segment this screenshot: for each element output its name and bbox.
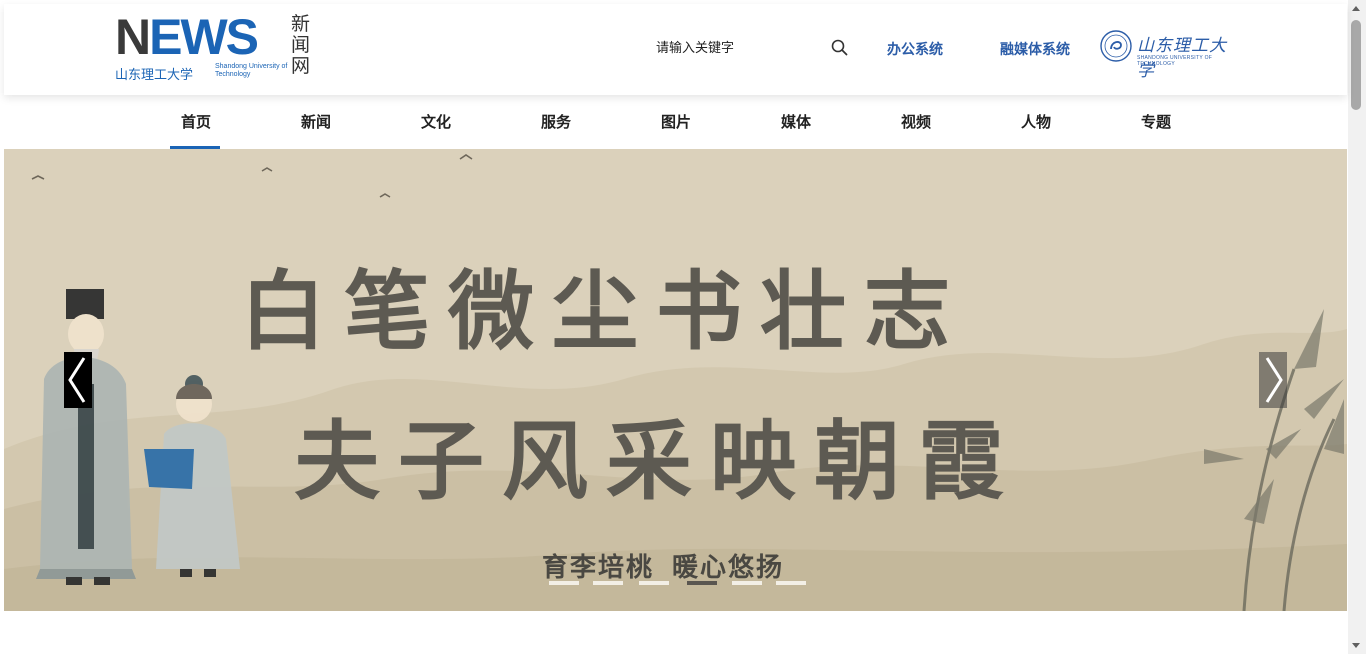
carousel-prev-button[interactable] — [64, 352, 92, 408]
banner-title-line1: 白笔微尘书壮志 — [240, 261, 968, 362]
banner-landscape — [4, 149, 1347, 611]
nav-item-video[interactable]: 视频 — [886, 95, 946, 149]
page-scrollbar[interactable] — [1348, 0, 1366, 654]
carousel-dot[interactable] — [639, 581, 669, 585]
carousel-dot-active[interactable] — [687, 581, 717, 585]
chevron-left-icon — [68, 357, 86, 403]
nav-item-topics[interactable]: 专题 — [1126, 95, 1186, 149]
scroll-up-arrow-icon[interactable] — [1352, 6, 1360, 11]
logo-university-en: Shandong University of Technology — [215, 63, 288, 78]
main-nav: 首页 新闻 文化 服务 图片 媒体 视频 人物 专题 — [4, 95, 1347, 149]
nav-item-home[interactable]: 首页 — [166, 95, 226, 149]
carousel-dot[interactable] — [732, 581, 762, 585]
office-system-link[interactable]: 办公系统 — [887, 39, 943, 59]
carousel-next-button[interactable] — [1259, 352, 1287, 408]
search-input[interactable] — [656, 34, 816, 62]
search-box — [656, 34, 852, 62]
carousel-dot[interactable] — [549, 581, 579, 585]
carousel-indicators — [549, 581, 809, 587]
logo-news-word: NEWS — [115, 9, 259, 65]
nav-item-people[interactable]: 人物 — [1006, 95, 1066, 149]
news-logo[interactable]: NEWS 新闻网 山东理工大学 Shandong University of T… — [115, 9, 315, 84]
banner-subtitle: 育李培桃 暖心悠扬 — [542, 547, 784, 584]
banner-subtitle-a: 育李培桃 — [542, 553, 655, 583]
banner-title-line2: 夫子风采映朝霞 — [294, 411, 1022, 512]
logo-university-cn: 山东理工大学 — [115, 68, 194, 83]
carousel-dot[interactable] — [776, 581, 806, 585]
scroll-down-arrow-icon[interactable] — [1352, 643, 1360, 648]
site-header: NEWS 新闻网 山东理工大学 Shandong University of T… — [4, 4, 1347, 95]
nav-item-media[interactable]: 媒体 — [766, 95, 826, 149]
search-icon[interactable] — [830, 38, 850, 58]
university-logo-english: SHANDONG UNIVERSITY OF TECHNOLOGY — [1137, 55, 1213, 67]
banner-subtitle-b: 暖心悠扬 — [672, 553, 785, 583]
media-system-link[interactable]: 融媒体系统 — [1000, 39, 1070, 59]
chevron-right-icon — [1265, 357, 1283, 403]
nav-item-services[interactable]: 服务 — [526, 95, 586, 149]
nav-item-pictures[interactable]: 图片 — [646, 95, 706, 149]
university-emblem-icon — [1100, 30, 1132, 62]
scrollbar-thumb[interactable] — [1351, 20, 1361, 110]
carousel-dot[interactable] — [593, 581, 623, 585]
page: NEWS 新闻网 山东理工大学 Shandong University of T… — [4, 4, 1347, 650]
nav-item-culture[interactable]: 文化 — [406, 95, 466, 149]
banner-carousel[interactable]: 白笔微尘书壮志 夫子风采映朝霞 育李培桃 暖心悠扬 — [4, 149, 1347, 611]
nav-item-news[interactable]: 新闻 — [286, 95, 346, 149]
university-logo[interactable]: 山东理工大学 SHANDONG UNIVERSITY OF TECHNOLOGY — [1099, 29, 1239, 81]
